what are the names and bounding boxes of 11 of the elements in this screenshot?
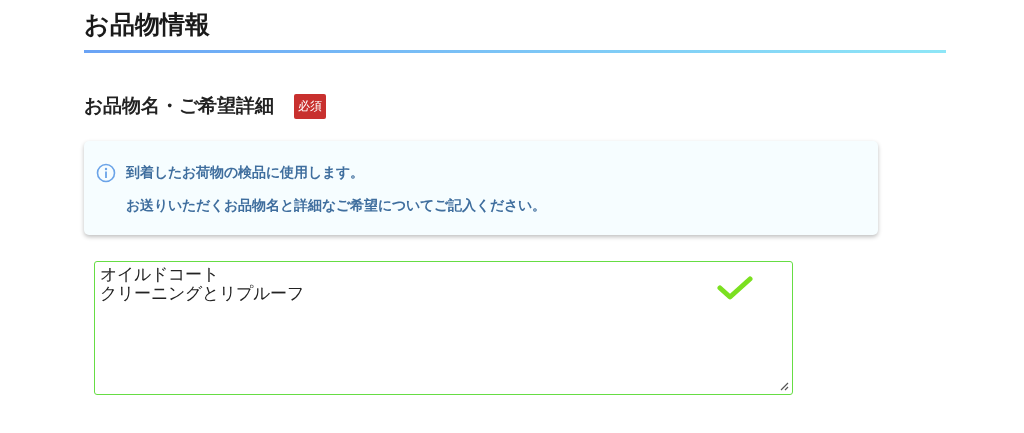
resize-handle-icon[interactable]: [780, 382, 789, 391]
field-text: オイルドコート: [100, 265, 219, 284]
info-text: お送りいただくお品物名と詳細なご希望についてご記入ください。: [126, 197, 547, 215]
field-text: クリーニングとリプルーフ: [100, 284, 304, 303]
section-title: お品物情報: [84, 9, 211, 41]
info-icon: [96, 163, 116, 183]
field-label: お品物名・ご希望詳細: [84, 93, 274, 118]
input-field[interactable]: オイルドコート クリーニングとリプルーフ: [94, 261, 793, 395]
required-badge: 必須: [294, 93, 326, 119]
check-icon: [717, 275, 753, 301]
info-text: 到着したお荷物の検品に使用します。: [126, 164, 365, 182]
